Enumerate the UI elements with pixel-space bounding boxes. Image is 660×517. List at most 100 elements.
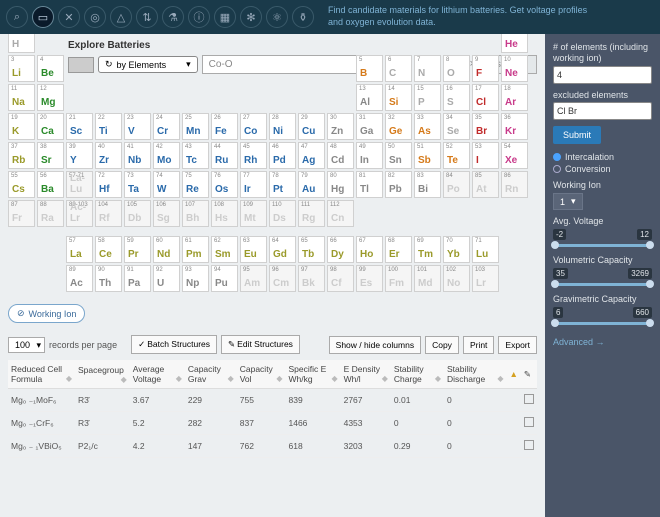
element-Cu[interactable]: 29Cu [298, 113, 325, 140]
conversion-radio[interactable]: Conversion [553, 164, 652, 174]
excluded-elements-input[interactable] [553, 102, 652, 120]
element-Lu[interactable]: 71Lu [472, 236, 499, 263]
element-Ga[interactable]: 31Ga [356, 113, 383, 140]
element-Ti[interactable]: 22Ti [95, 113, 122, 140]
element-F[interactable]: 9F [472, 55, 499, 82]
element-In[interactable]: 49In [356, 142, 383, 169]
row-checkbox[interactable] [524, 417, 534, 427]
element-Sr[interactable]: 38Sr [37, 142, 64, 169]
column-header[interactable]: Stability Discharge◆ [444, 360, 506, 389]
element-Es[interactable]: 99Es [356, 265, 383, 292]
element-Cn[interactable]: 112Cn [327, 200, 354, 227]
arrows-icon[interactable]: ⇅ [136, 6, 158, 28]
element-S[interactable]: 16S [443, 84, 470, 111]
element-Sb[interactable]: 51Sb [414, 142, 441, 169]
element-Rf[interactable]: 104Rf [95, 200, 122, 227]
element-Cl[interactable]: 17Cl [472, 84, 499, 111]
edit-structures-button[interactable]: ✎Edit Structures [221, 335, 300, 354]
element-Np[interactable]: 93Np [182, 265, 209, 292]
element-Co[interactable]: 27Co [240, 113, 267, 140]
element-Ds[interactable]: 110Ds [269, 200, 296, 227]
element-C[interactable]: 6C [385, 55, 412, 82]
element-Cd[interactable]: 48Cd [327, 142, 354, 169]
element-Zr[interactable]: 40Zr [95, 142, 122, 169]
element-Er[interactable]: 68Er [385, 236, 412, 263]
element-Md[interactable]: 101Md [414, 265, 441, 292]
column-header[interactable]: Reduced Cell Formula◆ [8, 360, 75, 389]
info-icon[interactable]: ⓘ [188, 6, 210, 28]
column-header[interactable]: E Density Wh/l◆ [341, 360, 391, 389]
avg-voltage-slider[interactable] [553, 244, 652, 247]
element-Ni[interactable]: 28Ni [269, 113, 296, 140]
element-Fm[interactable]: 100Fm [385, 265, 412, 292]
element-Db[interactable]: 105Db [124, 200, 151, 227]
element-Ca[interactable]: 20Ca [37, 113, 64, 140]
column-header[interactable]: Specific E Wh/kg◆ [285, 360, 340, 389]
element-Se[interactable]: 34Se [443, 113, 470, 140]
element-Mt[interactable]: 109Mt [240, 200, 267, 227]
element-U[interactable]: 92U [153, 265, 180, 292]
element-Dy[interactable]: 66Dy [327, 236, 354, 263]
element-Os[interactable]: 76Os [211, 171, 238, 198]
element-Ge[interactable]: 32Ge [385, 113, 412, 140]
element-Mn[interactable]: 25Mn [182, 113, 209, 140]
element-Y[interactable]: 39Y [66, 142, 93, 169]
show-hide-columns-button[interactable]: Show / hide columns [329, 336, 421, 354]
element-Rb[interactable]: 37Rb [8, 142, 35, 169]
element-Sm[interactable]: 62Sm [211, 236, 238, 263]
element-Th[interactable]: 90Th [95, 265, 122, 292]
element-Cm[interactable]: 96Cm [269, 265, 296, 292]
element-Zn[interactable]: 30Zn [327, 113, 354, 140]
element-Pu[interactable]: 94Pu [211, 265, 238, 292]
batch-structures-button[interactable]: ✓Batch Structures [131, 335, 217, 354]
element-I[interactable]: 53I [472, 142, 499, 169]
advanced-link[interactable]: Advanced → [553, 337, 605, 347]
element-Ag[interactable]: 47Ag [298, 142, 325, 169]
element-Pt[interactable]: 78Pt [269, 171, 296, 198]
element-Ho[interactable]: 67Ho [356, 236, 383, 263]
element-Rn[interactable]: 86Rn [501, 171, 528, 198]
element-No[interactable]: 102No [443, 265, 470, 292]
element-Xe[interactable]: 54Xe [501, 142, 528, 169]
element-W[interactable]: 74W [153, 171, 180, 198]
element-La-Lu[interactable]: 57-71La-Lu [66, 171, 93, 198]
battery-app-icon[interactable]: ▭ [32, 6, 54, 28]
element-Nb[interactable]: 41Nb [124, 142, 151, 169]
triangle-icon[interactable]: △ [110, 6, 132, 28]
element-Ne[interactable]: 10Ne [501, 55, 528, 82]
element-Bi[interactable]: 83Bi [414, 171, 441, 198]
element-Tm[interactable]: 69Tm [414, 236, 441, 263]
element-K[interactable]: 19K [8, 113, 35, 140]
element-Ra[interactable]: 88Ra [37, 200, 64, 227]
working-ion-chip[interactable]: ⊘ Working Ion [8, 304, 85, 323]
search-icon[interactable]: ⌕ [6, 6, 28, 28]
element-Cf[interactable]: 98Cf [327, 265, 354, 292]
edit-column[interactable]: ✎ [521, 360, 537, 389]
grav-capacity-slider[interactable] [553, 322, 652, 325]
vol-capacity-slider[interactable] [553, 283, 652, 286]
element-Fe[interactable]: 26Fe [211, 113, 238, 140]
element-Am[interactable]: 95Am [240, 265, 267, 292]
element-At[interactable]: 85At [472, 171, 499, 198]
element-Lr[interactable]: 103Lr [472, 265, 499, 292]
element-Mo[interactable]: 42Mo [153, 142, 180, 169]
element-Te[interactable]: 52Te [443, 142, 470, 169]
element-Ac-Lr[interactable]: 89-103Ac-Lr [66, 200, 93, 227]
column-header[interactable]: Spacegroup◆ [75, 360, 130, 389]
per-page-select[interactable]: 100 ▾ [8, 337, 45, 353]
row-checkbox[interactable] [524, 394, 534, 404]
row-checkbox[interactable] [524, 440, 534, 450]
element-Eu[interactable]: 63Eu [240, 236, 267, 263]
print-button[interactable]: Print [463, 336, 494, 354]
column-header[interactable]: Capacity Grav◆ [185, 360, 237, 389]
element-Au[interactable]: 79Au [298, 171, 325, 198]
element-Sg[interactable]: 106Sg [153, 200, 180, 227]
element-Rg[interactable]: 111Rg [298, 200, 325, 227]
element-Br[interactable]: 35Br [472, 113, 499, 140]
export-button[interactable]: Export [498, 336, 537, 354]
working-ion-select[interactable]: 1▾ [553, 193, 583, 210]
element-Ac[interactable]: 89Ac [66, 265, 93, 292]
atom-icon[interactable]: ⚛ [266, 6, 288, 28]
element-He[interactable]: 2He [501, 34, 528, 53]
element-Ce[interactable]: 58Ce [95, 236, 122, 263]
